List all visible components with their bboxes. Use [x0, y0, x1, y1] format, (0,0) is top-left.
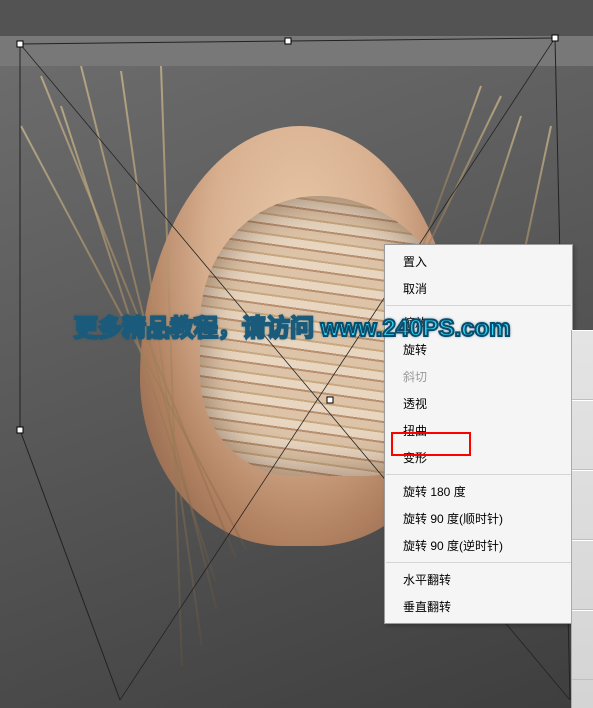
- menu-separator: [386, 562, 571, 563]
- menu-item-旋转 90 度(顺时针)[interactable]: 旋转 90 度(顺时针): [385, 505, 572, 532]
- menu-item-缩放[interactable]: 缩放: [385, 309, 572, 336]
- menu-item-水平翻转[interactable]: 水平翻转: [385, 566, 572, 593]
- panel-block[interactable]: [572, 470, 593, 540]
- menu-item-变形[interactable]: 变形: [385, 444, 572, 471]
- menu-item-扭曲[interactable]: 扭曲: [385, 417, 572, 444]
- panel-block[interactable]: [572, 400, 593, 470]
- menu-separator: [386, 474, 571, 475]
- menu-item-斜切: 斜切: [385, 363, 572, 390]
- panel-block[interactable]: [572, 610, 593, 680]
- transform-handle-tl[interactable]: [17, 41, 24, 48]
- panel-block[interactable]: [572, 540, 593, 610]
- menu-item-旋转 180 度[interactable]: 旋转 180 度: [385, 478, 572, 505]
- menu-separator: [386, 305, 571, 306]
- right-panel-strip: [571, 330, 593, 708]
- transform-handle-tr[interactable]: [552, 35, 559, 42]
- panel-block[interactable]: [572, 330, 593, 400]
- menu-item-旋转[interactable]: 旋转: [385, 336, 572, 363]
- transform-handle-center[interactable]: [327, 397, 334, 404]
- menu-item-取消[interactable]: 取消: [385, 275, 572, 302]
- menu-item-旋转 90 度(逆时针)[interactable]: 旋转 90 度(逆时针): [385, 532, 572, 559]
- transform-context-menu: 置入取消缩放旋转斜切透视扭曲变形旋转 180 度旋转 90 度(顺时针)旋转 9…: [384, 244, 573, 624]
- menu-item-垂直翻转[interactable]: 垂直翻转: [385, 593, 572, 620]
- transform-handle-ml[interactable]: [17, 427, 24, 434]
- menu-item-置入[interactable]: 置入: [385, 248, 572, 275]
- transform-handle-tm[interactable]: [285, 38, 292, 45]
- top-toolbar: [0, 0, 593, 36]
- menu-item-透视[interactable]: 透视: [385, 390, 572, 417]
